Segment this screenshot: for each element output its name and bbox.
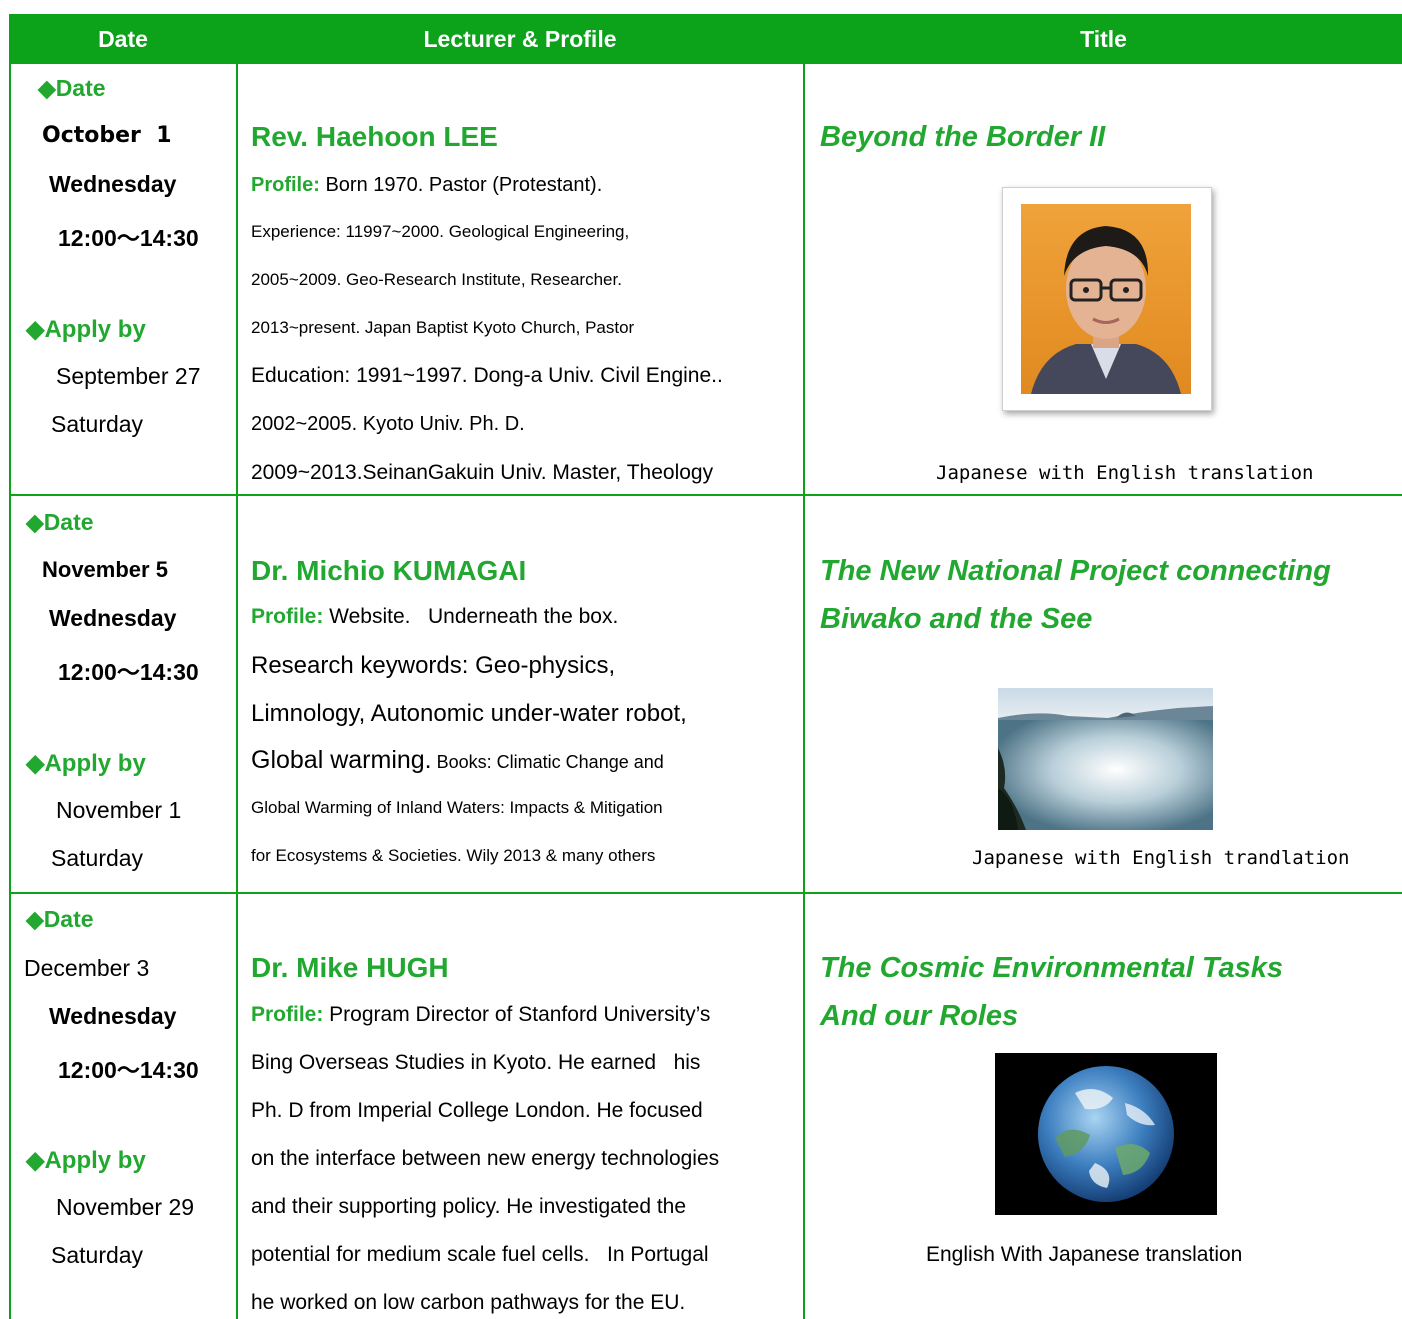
lecture-date: October 1	[42, 123, 172, 148]
table-header: Date Lecturer & Profile Title	[9, 14, 1402, 64]
profile-line: Education: 1991~1997. Dong-a Univ. Civil…	[251, 364, 723, 387]
row-divider-1	[9, 494, 1402, 496]
apply-weekday: Saturday	[51, 1242, 144, 1268]
profile-line: on the interface between new energy tech…	[251, 1147, 720, 1170]
profile-text: Born 1970. Pastor (Protestant).	[319, 174, 603, 196]
lake-photo	[998, 688, 1213, 830]
profile-line: Global warming. Books: Climatic Change a…	[251, 746, 664, 775]
profile-line: Limnology, Autonomic under-water robot,	[251, 700, 687, 727]
profile-line: 2002~2005. Kyoto Univ. Ph. D.	[251, 413, 525, 435]
profile-line: Experience: 11997~2000. Geological Engin…	[251, 222, 630, 241]
profile-line: he worked on low carbon pathways for the…	[251, 1291, 686, 1314]
apply-date: November 29	[56, 1194, 195, 1220]
lecturer-name: Dr. Michio KUMAGAI	[251, 555, 527, 586]
profile-line: Ph. D from Imperial College London. He f…	[251, 1099, 703, 1122]
profile-line: 2005~2009. Geo-Research Institute, Resea…	[251, 270, 622, 289]
profile-line: Bing Overseas Studies in Kyoto. He earne…	[251, 1051, 701, 1074]
profile-line: potential for medium scale fuel cells. I…	[251, 1243, 709, 1266]
column-divider-2	[803, 64, 805, 1319]
lecture-time: 12:00〜14:30	[58, 225, 199, 251]
profile-line: Profile: Born 1970. Pastor (Protestant).	[251, 174, 602, 197]
profile-line: 2009~2013.SeinanGakuin Univ. Master, The…	[251, 461, 714, 484]
apply-label: ◆Apply by	[26, 316, 146, 343]
lecture-time: 12:00〜14:30	[58, 1057, 199, 1083]
header-title: Title	[1080, 26, 1127, 52]
lecturer-name: Dr. Mike HUGH	[251, 952, 449, 983]
header-date: Date	[98, 26, 148, 52]
lecture-weekday: Wednesday	[49, 605, 177, 631]
apply-date: September 27	[56, 363, 201, 389]
earth-image	[995, 1053, 1217, 1215]
header-lecturer: Lecturer & Profile	[423, 26, 617, 52]
column-divider-1	[236, 64, 238, 1319]
profile-line: for Ecosystems & Societies. Wily 2013 & …	[251, 846, 656, 865]
profile-text: Program Director of Stanford University’…	[323, 1003, 711, 1026]
lecture-date: December 3	[24, 955, 150, 981]
lecture-title: Biwako and the See	[820, 603, 1093, 635]
language-caption: Japanese with English translation	[936, 462, 1314, 484]
profile-text: Website. Underneath the box.	[323, 605, 619, 628]
apply-weekday: Saturday	[51, 411, 144, 437]
lecturer-photo	[1002, 187, 1212, 411]
row-divider-2	[9, 892, 1402, 894]
profile-line: Profile: Program Director of Stanford Un…	[251, 1003, 710, 1027]
date-label: ◆Date	[26, 509, 94, 535]
lecture-title: Beyond the Border II	[820, 121, 1106, 153]
profile-label: Profile:	[251, 174, 320, 196]
profile-line: Research keywords: Geo-physics,	[251, 652, 616, 679]
profile-text: Books: Climatic Change and	[431, 752, 664, 772]
profile-line: Global Warming of Inland Waters: Impacts…	[251, 798, 663, 817]
apply-label: ◆Apply by	[26, 1147, 146, 1174]
profile-line: 2013~present. Japan Baptist Kyoto Church…	[251, 318, 635, 337]
date-label: ◆Date	[38, 75, 106, 101]
lecture-time: 12:00〜14:30	[58, 659, 199, 685]
table-border-left	[9, 64, 11, 1319]
lecture-title: And our Roles	[820, 1000, 1019, 1032]
profile-text: Global warming.	[251, 746, 432, 774]
portrait-image	[1021, 204, 1191, 394]
lecture-weekday: Wednesday	[49, 171, 177, 197]
profile-label: Profile:	[251, 605, 324, 628]
language-caption: English With Japanese translation	[926, 1243, 1243, 1266]
lecture-date: November 5	[42, 557, 168, 582]
language-caption: Japanese with English trandlation	[972, 847, 1350, 869]
lecture-title: The Cosmic Environmental Tasks	[820, 952, 1284, 984]
profile-line: and their supporting policy. He investig…	[251, 1195, 687, 1218]
profile-line: Profile: Website. Underneath the box.	[251, 605, 618, 629]
lecturer-name: Rev. Haehoon LEE	[251, 121, 498, 152]
lecture-title: The New National Project connecting	[820, 555, 1331, 587]
apply-label: ◆Apply by	[26, 750, 146, 777]
profile-label: Profile:	[251, 1003, 324, 1026]
date-label: ◆Date	[26, 906, 94, 932]
apply-date: November 1	[56, 797, 182, 823]
apply-weekday: Saturday	[51, 845, 144, 871]
lecture-weekday: Wednesday	[49, 1003, 177, 1029]
